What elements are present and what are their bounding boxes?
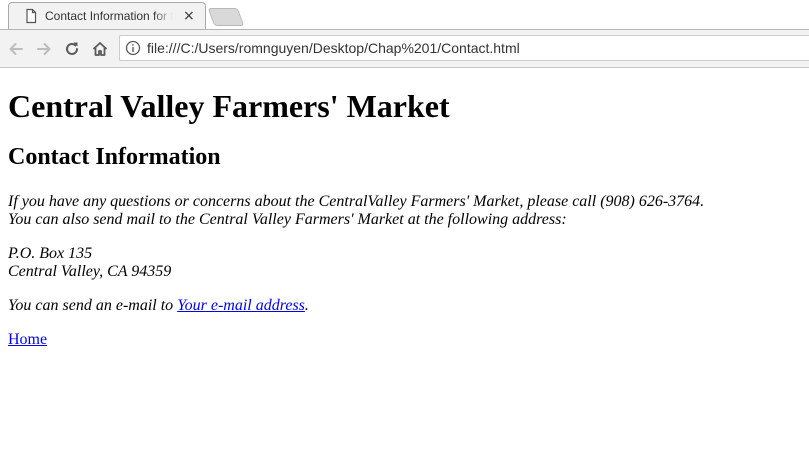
intro-paragraph: If you have any questions or concerns ab…	[8, 193, 801, 229]
address-line-1: P.O. Box 135	[8, 245, 93, 262]
home-link[interactable]: Home	[8, 331, 47, 348]
address-bar[interactable]: file:///C:/Users/romnguyen/Desktop/Chap%…	[119, 35, 809, 61]
email-prefix: You can send an e-mail to	[8, 297, 178, 314]
browser-toolbar: file:///C:/Users/romnguyen/Desktop/Chap%…	[0, 30, 809, 68]
email-link[interactable]: Your e-mail address	[177, 297, 305, 314]
intro-line-2: You can also send mail to the Central Va…	[8, 211, 567, 228]
intro-line-1: If you have any questions or concerns ab…	[8, 193, 705, 210]
browser-chrome: Contact Information for t × file:///C:/U…	[0, 0, 809, 68]
home-icon[interactable]	[86, 35, 114, 63]
back-arrow-icon[interactable]	[2, 35, 30, 63]
email-paragraph: You can send an e-mail to Your e-mail ad…	[8, 297, 801, 315]
reload-icon[interactable]	[58, 35, 86, 63]
address-line-2: Central Valley, CA 94359	[8, 263, 172, 280]
mailing-address: P.O. Box 135 Central Valley, CA 94359	[8, 245, 801, 281]
email-suffix: .	[304, 297, 309, 314]
site-title: Central Valley Farmers' Market	[8, 88, 450, 124]
url-text[interactable]: file:///C:/Users/romnguyen/Desktop/Chap%…	[147, 40, 520, 56]
tab-title: Contact Information for t	[45, 9, 173, 23]
info-icon[interactable]	[125, 40, 141, 56]
tab-close-icon[interactable]: ×	[183, 9, 195, 23]
browser-tab-active[interactable]: Contact Information for t ×	[8, 2, 206, 29]
document-icon	[23, 8, 39, 24]
forward-arrow-icon[interactable]	[30, 35, 58, 63]
home-link-container: Home	[8, 331, 801, 349]
page-content: Central Valley Farmers' Market Contact I…	[0, 88, 809, 349]
tab-strip: Contact Information for t ×	[0, 0, 809, 30]
new-tab-button[interactable]	[207, 8, 245, 26]
section-title: Contact Information	[8, 144, 221, 170]
